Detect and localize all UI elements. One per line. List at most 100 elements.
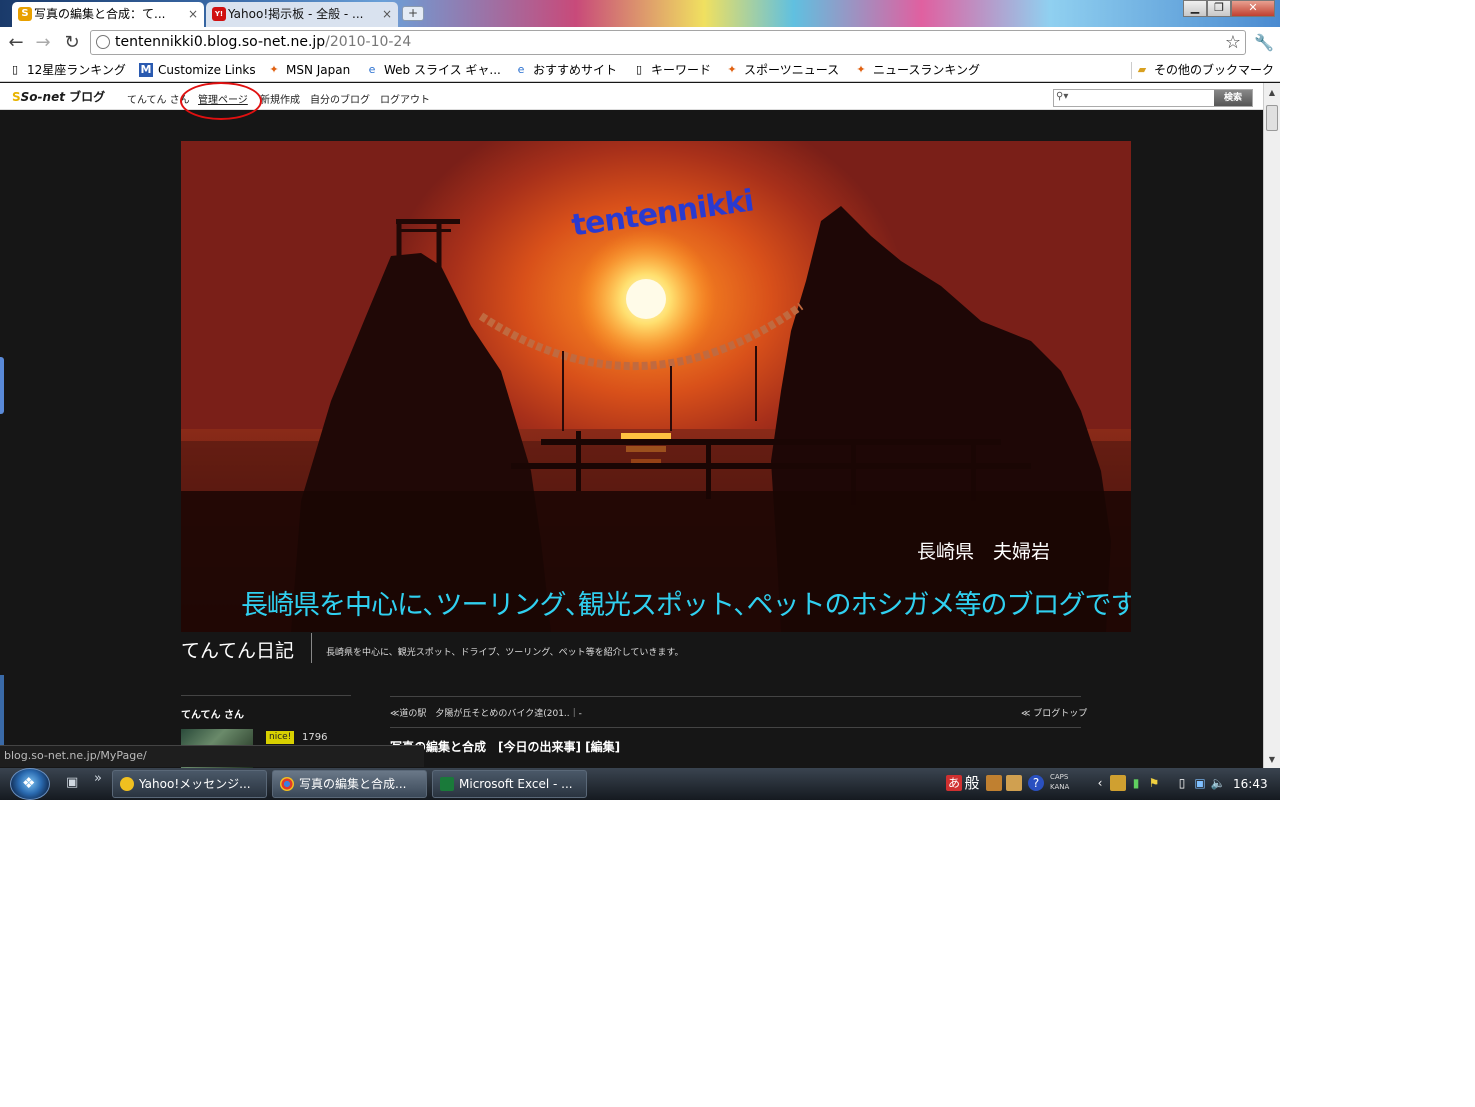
msn-butterfly-icon: ✦ xyxy=(727,63,737,76)
ie-icon: e xyxy=(368,63,376,76)
windows-logo-icon: ❖ xyxy=(22,774,36,792)
minimize-button[interactable]: ▁ xyxy=(1183,0,1207,17)
address-bar[interactable]: tentennikki0.blog.so-net.ne.jp/2010-10-2… xyxy=(90,30,1246,55)
ie-icon: e xyxy=(517,63,525,76)
side-panel-tab[interactable] xyxy=(0,675,4,745)
clock[interactable]: 16:43 xyxy=(1233,777,1268,791)
messenger-smiley-icon xyxy=(120,777,134,791)
search-person-icon[interactable]: ⚲▾ xyxy=(1056,91,1068,102)
chevron-left-icon[interactable]: ‹ xyxy=(1092,775,1108,791)
tab-blog[interactable]: S 写真の編集と合成：て... × xyxy=(12,2,204,27)
ime-pad-icon[interactable] xyxy=(1006,775,1022,791)
sidebar-divider xyxy=(181,695,351,696)
page-icon: ▯ xyxy=(11,63,19,76)
page-scrollbar[interactable]: ▲ ▼ xyxy=(1263,83,1280,768)
network-icon[interactable]: ▣ xyxy=(1192,775,1208,791)
more-quicklaunch-icon[interactable]: » xyxy=(94,771,102,786)
browser-titlebar: S 写真の編集と合成：て... × Y! Yahoo!掲示板 - 全般 - ..… xyxy=(0,0,1280,27)
bookmark-osusume[interactable]: e おすすめサイト xyxy=(514,62,617,79)
task-excel[interactable]: Microsoft Excel - ... xyxy=(432,770,587,798)
tray-app-icon[interactable] xyxy=(1110,775,1126,791)
browser-toolbar: ← → ↻ tentennikki0.blog.so-net.ne.jp/201… xyxy=(0,27,1280,59)
restore-button[interactable]: ❐ xyxy=(1207,0,1231,17)
ime-language-icon[interactable]: あ xyxy=(946,775,962,791)
post-divider xyxy=(390,727,1081,728)
scroll-down-icon[interactable]: ▼ xyxy=(1264,752,1280,768)
bookmark-news-ranking[interactable]: ✦ ニュースランキング xyxy=(854,62,980,79)
sonet-s-icon: S xyxy=(12,90,21,104)
close-window-button[interactable]: ✕ xyxy=(1231,0,1275,17)
back-icon[interactable]: ← xyxy=(5,32,27,54)
excel-icon xyxy=(440,777,454,791)
nice-badge: nice! xyxy=(266,731,295,744)
blog-search: ⚲▾ 検索 xyxy=(1053,89,1253,107)
post-title[interactable]: 写真の編集と合成 [今日の出来事] [編集] xyxy=(390,738,620,755)
my-blog-link[interactable]: 自分のブログ xyxy=(310,91,370,106)
new-post-link[interactable]: 新規作成 xyxy=(260,91,300,106)
scroll-thumb[interactable] xyxy=(1266,105,1278,131)
caps-kana-indicator: CAPS KANA xyxy=(1050,773,1070,791)
previous-post-link[interactable]: ≪道の駅 夕陽が丘そとめのバイク達(201..｜- xyxy=(390,706,582,719)
bookmarks-bar: ▯ 12星座ランキング M Customize Links ✦ MSN Japan e… xyxy=(0,59,1280,82)
power-icon[interactable]: ▯ xyxy=(1174,775,1190,791)
header-place-caption: 長崎県 夫婦岩 xyxy=(917,541,1051,563)
bookmark-keyword[interactable]: ▯ キーワード xyxy=(632,62,711,79)
nice-count: 1796 xyxy=(302,732,328,743)
post-divider xyxy=(390,696,1081,697)
task-yahoo-messenger[interactable]: Yahoo!メッセンジ... xyxy=(112,770,267,798)
msn-butterfly-icon: ✦ xyxy=(856,63,866,76)
bookmark-msn-japan[interactable]: ✦ MSN Japan xyxy=(267,62,350,79)
search-button[interactable]: 検索 xyxy=(1214,90,1252,106)
msn-butterfly-icon: ✦ xyxy=(269,63,279,76)
sidebar-user-name[interactable]: てんてん さん xyxy=(181,706,244,721)
bookmark-star-icon[interactable]: ☆ xyxy=(1225,31,1241,54)
screen: S 写真の編集と合成：て... × Y! Yahoo!掲示板 - 全般 - ..… xyxy=(0,0,1280,800)
other-bookmarks[interactable]: ▰ その他のブックマーク xyxy=(1131,62,1274,79)
bookmark-customize-links[interactable]: M Customize Links xyxy=(139,62,256,79)
tab-yahoo[interactable]: Y! Yahoo!掲示板 - 全般 - ... × xyxy=(206,2,398,27)
forward-icon[interactable]: → xyxy=(32,32,54,54)
chrome-icon xyxy=(280,777,294,791)
blog-header-image: tentennikki 長崎県 夫婦岩 長崎県を中心に､ツーリング､観光スポット… xyxy=(181,141,1131,632)
yahoo-favicon-icon: Y! xyxy=(212,7,226,21)
help-icon[interactable]: ? xyxy=(1028,775,1044,791)
tab-label: Yahoo!掲示板 - 全般 - ... xyxy=(228,7,364,21)
tray-flag-icon[interactable]: ⚑ xyxy=(1146,775,1162,791)
bookmark-12-seiza[interactable]: ▯ 12星座ランキング xyxy=(8,62,126,79)
start-button[interactable]: ❖ xyxy=(10,768,50,800)
task-chrome-blog[interactable]: 写真の編集と合成... xyxy=(272,770,427,798)
annotation-red-circle xyxy=(180,82,262,120)
folder-icon: ▰ xyxy=(1137,63,1147,76)
blog-subtitle: 長崎県を中心に、観光スポット、ドライブ、ツーリング、ペット等を紹介していきます。 xyxy=(326,648,684,658)
ime-tool-icon[interactable] xyxy=(986,775,1002,791)
address-host: tentennikki0.blog.so-net.ne.jp xyxy=(115,34,326,50)
globe-icon xyxy=(96,35,110,49)
side-panel-tab[interactable] xyxy=(0,357,4,414)
new-tab-button[interactable]: + xyxy=(402,6,424,21)
address-path: /2010-10-24 xyxy=(325,34,412,50)
reload-icon[interactable]: ↻ xyxy=(61,32,83,54)
status-url-bubble: blog.so-net.ne.jp/MyPage/ xyxy=(0,745,424,767)
page-icon: ▯ xyxy=(635,63,643,76)
blog-title[interactable]: てんてん日記 xyxy=(181,636,294,663)
volume-icon[interactable]: 🔈 xyxy=(1210,775,1226,791)
show-desktop-icon[interactable]: ▣ xyxy=(66,775,78,790)
system-tray: あ 般 ? CAPS KANA ‹ ▮ ⚑ ▯ ▣ 🔈 16:43 xyxy=(942,768,1280,800)
logout-link[interactable]: ログアウト xyxy=(380,91,430,106)
close-icon[interactable]: × xyxy=(382,2,392,26)
bookmark-web-slice[interactable]: e Web スライス ギャ... xyxy=(365,62,501,79)
windows-taskbar: ❖ ▣ » Yahoo!メッセンジ... 写真の編集と合成... Microso… xyxy=(0,768,1280,800)
search-input[interactable] xyxy=(1078,91,1214,105)
scroll-up-icon[interactable]: ▲ xyxy=(1264,85,1280,101)
ime-mode-icon[interactable]: 般 xyxy=(964,775,980,791)
sonet-logo[interactable]: SSo-net ブログ xyxy=(12,88,105,105)
close-icon[interactable]: × xyxy=(188,2,198,26)
blog-top-link[interactable]: ≪ ブログトップ xyxy=(1021,706,1087,719)
title-divider xyxy=(311,633,312,663)
bookmark-sports-news[interactable]: ✦ スポーツニュース xyxy=(725,62,839,79)
signal-icon[interactable]: ▮ xyxy=(1128,775,1144,791)
header-description-caption: 長崎県を中心に､ツーリング､観光スポット､ペットのホシガメ等のブログです｡ xyxy=(241,590,1131,621)
tab-label: 写真の編集と合成：て... xyxy=(34,7,166,21)
wrench-icon[interactable]: 🔧 xyxy=(1253,32,1275,54)
msn-m-icon: M xyxy=(139,63,153,77)
